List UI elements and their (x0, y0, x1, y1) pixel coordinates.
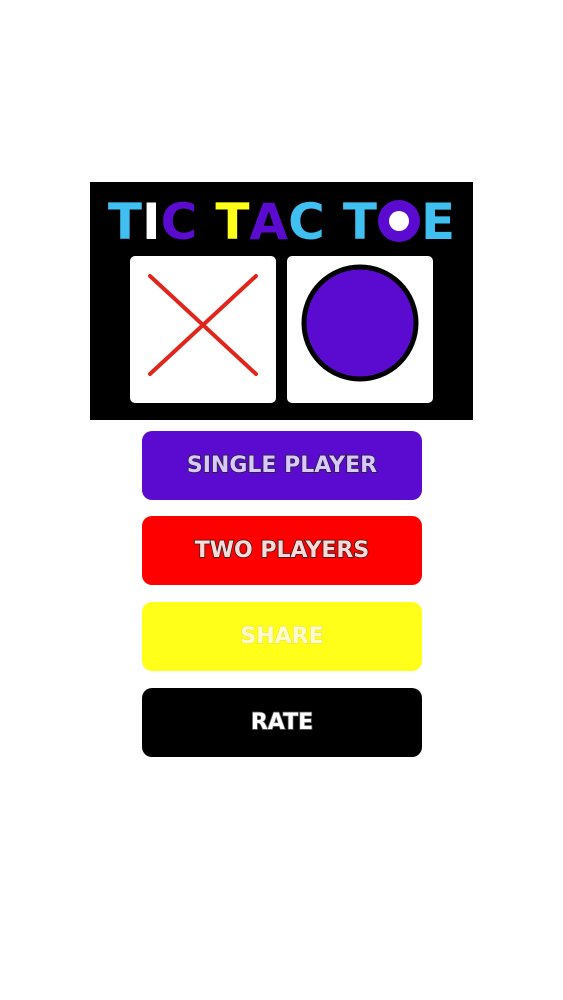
logo-letter: I (142, 193, 161, 251)
logo-letter: T (342, 193, 377, 251)
logo-letter-o-icon (377, 194, 420, 242)
single-player-label: SINGLE PLAYER (186, 452, 378, 479)
logo-word-tic: T I C (108, 194, 197, 250)
rate-label: RATE (250, 709, 314, 736)
single-player-button[interactable]: SINGLE PLAYER (142, 431, 422, 500)
x-mark-icon (148, 274, 258, 376)
share-label: SHARE (240, 623, 324, 649)
game-logo: T I C T A C T E (90, 182, 473, 420)
logo-letter: C (288, 193, 325, 251)
two-players-button[interactable]: TWO PLAYERS (142, 516, 422, 585)
logo-tile-x (130, 256, 276, 403)
logo-letter: A (249, 193, 289, 251)
app-screen: T I C T A C T E SINGLE PLAYER TWO PLAYER… (0, 0, 563, 1000)
logo-word-toe: T E (343, 194, 455, 250)
logo-letter: C (160, 193, 198, 251)
logo-tile-o (287, 256, 433, 403)
circle-mark-icon (301, 264, 419, 382)
logo-word-tac: T A C (215, 194, 325, 250)
logo-title: T I C T A C T E (90, 194, 473, 250)
logo-letter: T (107, 193, 142, 251)
logo-letter: E (420, 193, 456, 251)
share-button[interactable]: SHARE (142, 602, 422, 671)
logo-letter: T (215, 193, 250, 251)
rate-button[interactable]: RATE (142, 688, 422, 757)
two-players-label: TWO PLAYERS (194, 537, 370, 564)
